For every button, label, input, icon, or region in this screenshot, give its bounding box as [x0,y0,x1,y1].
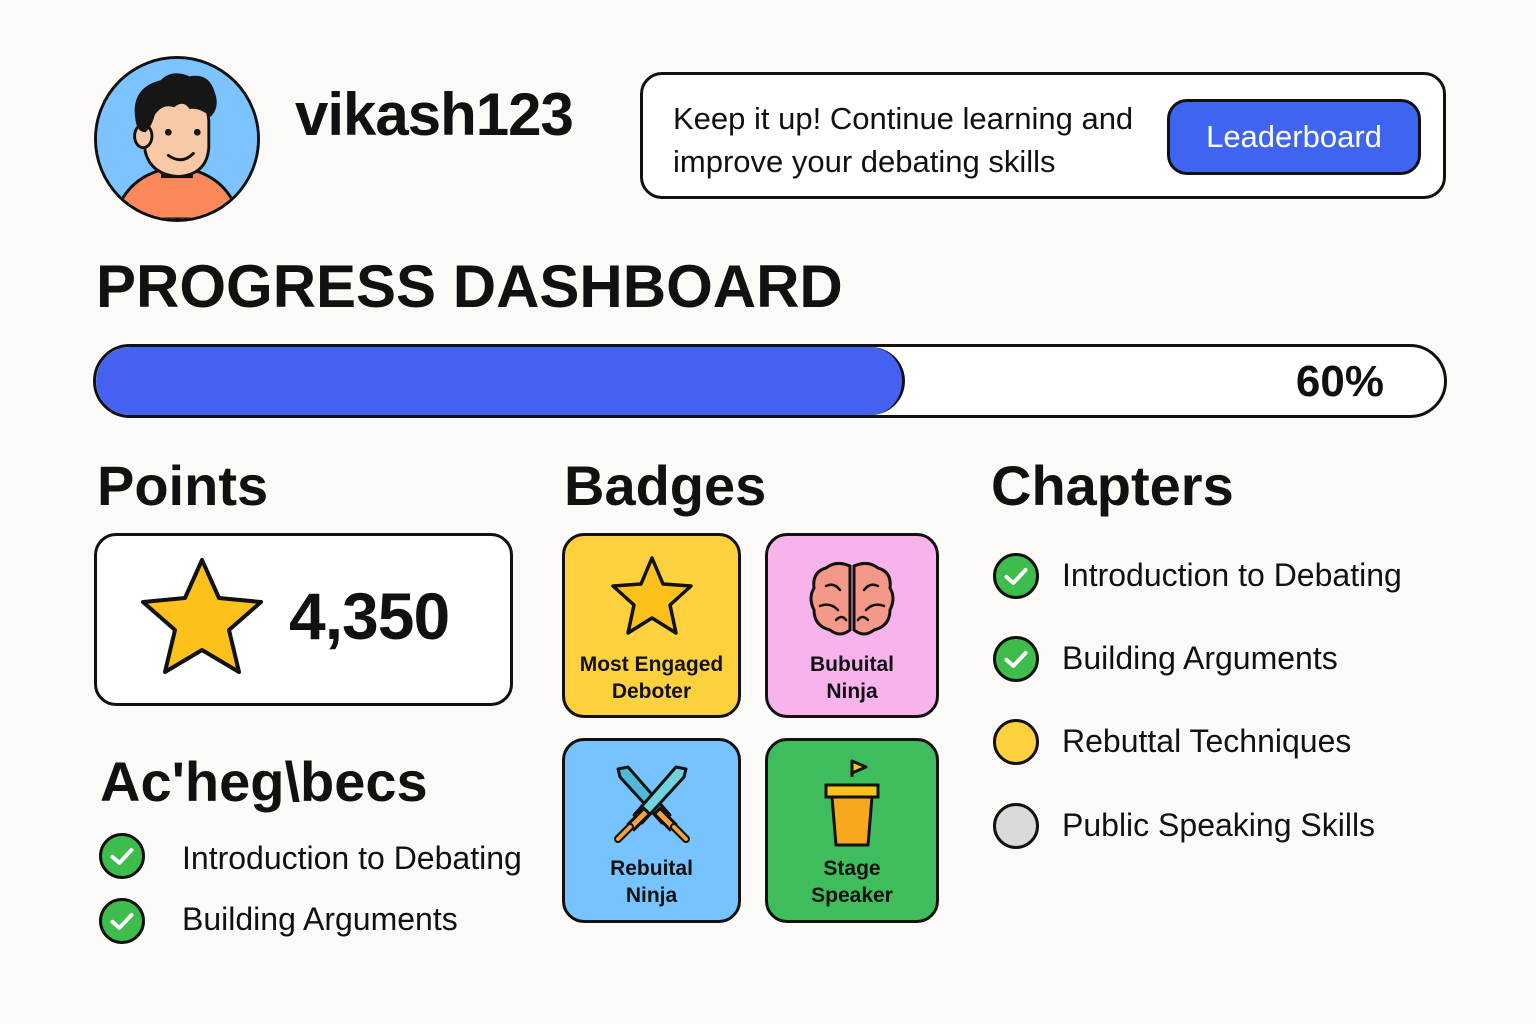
points-card: 4,350 [94,533,513,706]
chapter-item-label[interactable]: Building Arguments [1062,640,1338,677]
badge-label-line2: Ninja [625,884,678,907]
chapter-item-label[interactable]: Rebuttal Techniques [1062,723,1351,760]
badge-most-engaged-deboter[interactable]: Most Engaged Deboter [562,533,741,718]
star-icon [610,556,693,635]
avatar [94,56,260,222]
progress-bar: 60% [93,344,1447,418]
achievement-item-label: Introduction to Debating [182,840,522,876]
chapters-heading: Chapters [991,454,1234,517]
badge-label-line1: Stage [823,857,881,880]
not-started-circle-icon [993,803,1039,849]
chapter-item-label[interactable]: Public Speaking Skills [1062,807,1375,844]
user-avatar-icon [97,59,257,219]
star-icon [141,558,263,674]
badge-label-line2: Speaker [811,884,893,907]
achievement-item-label: Building Arguments [182,901,458,937]
points-heading: Points [97,454,269,517]
brain-icon [809,561,895,636]
page-title: PROGRESS DASHBOARD [96,253,843,320]
badges-heading: Badges [564,454,767,517]
motivation-banner: Keep it up! Continue learning and improv… [640,72,1446,199]
badge-rebuital-ninja[interactable]: Rebuital Ninja [562,738,741,923]
progress-percent: 60% [1295,357,1384,406]
achievements-heading: Ac'heg\becs [100,750,428,813]
motivation-message: Keep it up! Continue learning and improv… [673,101,1134,179]
leaderboard-button[interactable]: Leaderboard [1167,99,1421,175]
check-icon [99,898,145,944]
podium-icon [824,759,880,847]
progress-bar-fill [96,347,905,415]
chapter-item-label[interactable]: Introduction to Debating [1062,557,1402,594]
in-progress-circle-icon [993,719,1039,765]
badge-label-line1: Most Engaged [579,653,724,676]
points-value: 4,350 [289,579,450,653]
badge-stage-speaker[interactable]: Stage Speaker [765,738,939,923]
check-icon [99,833,145,879]
check-icon [993,553,1039,599]
badge-label-line2: Deboter [611,680,692,703]
badge-label-line1: Bubuital [810,653,894,676]
crossed-swords-icon [613,765,690,843]
badge-bubuital-ninja[interactable]: Bubuital Ninja [765,533,939,718]
check-icon [993,636,1039,682]
username: vikash123 [295,81,574,148]
badge-label-line2: Ninja [826,680,878,703]
badge-label-line1: Rebuital [610,857,693,880]
